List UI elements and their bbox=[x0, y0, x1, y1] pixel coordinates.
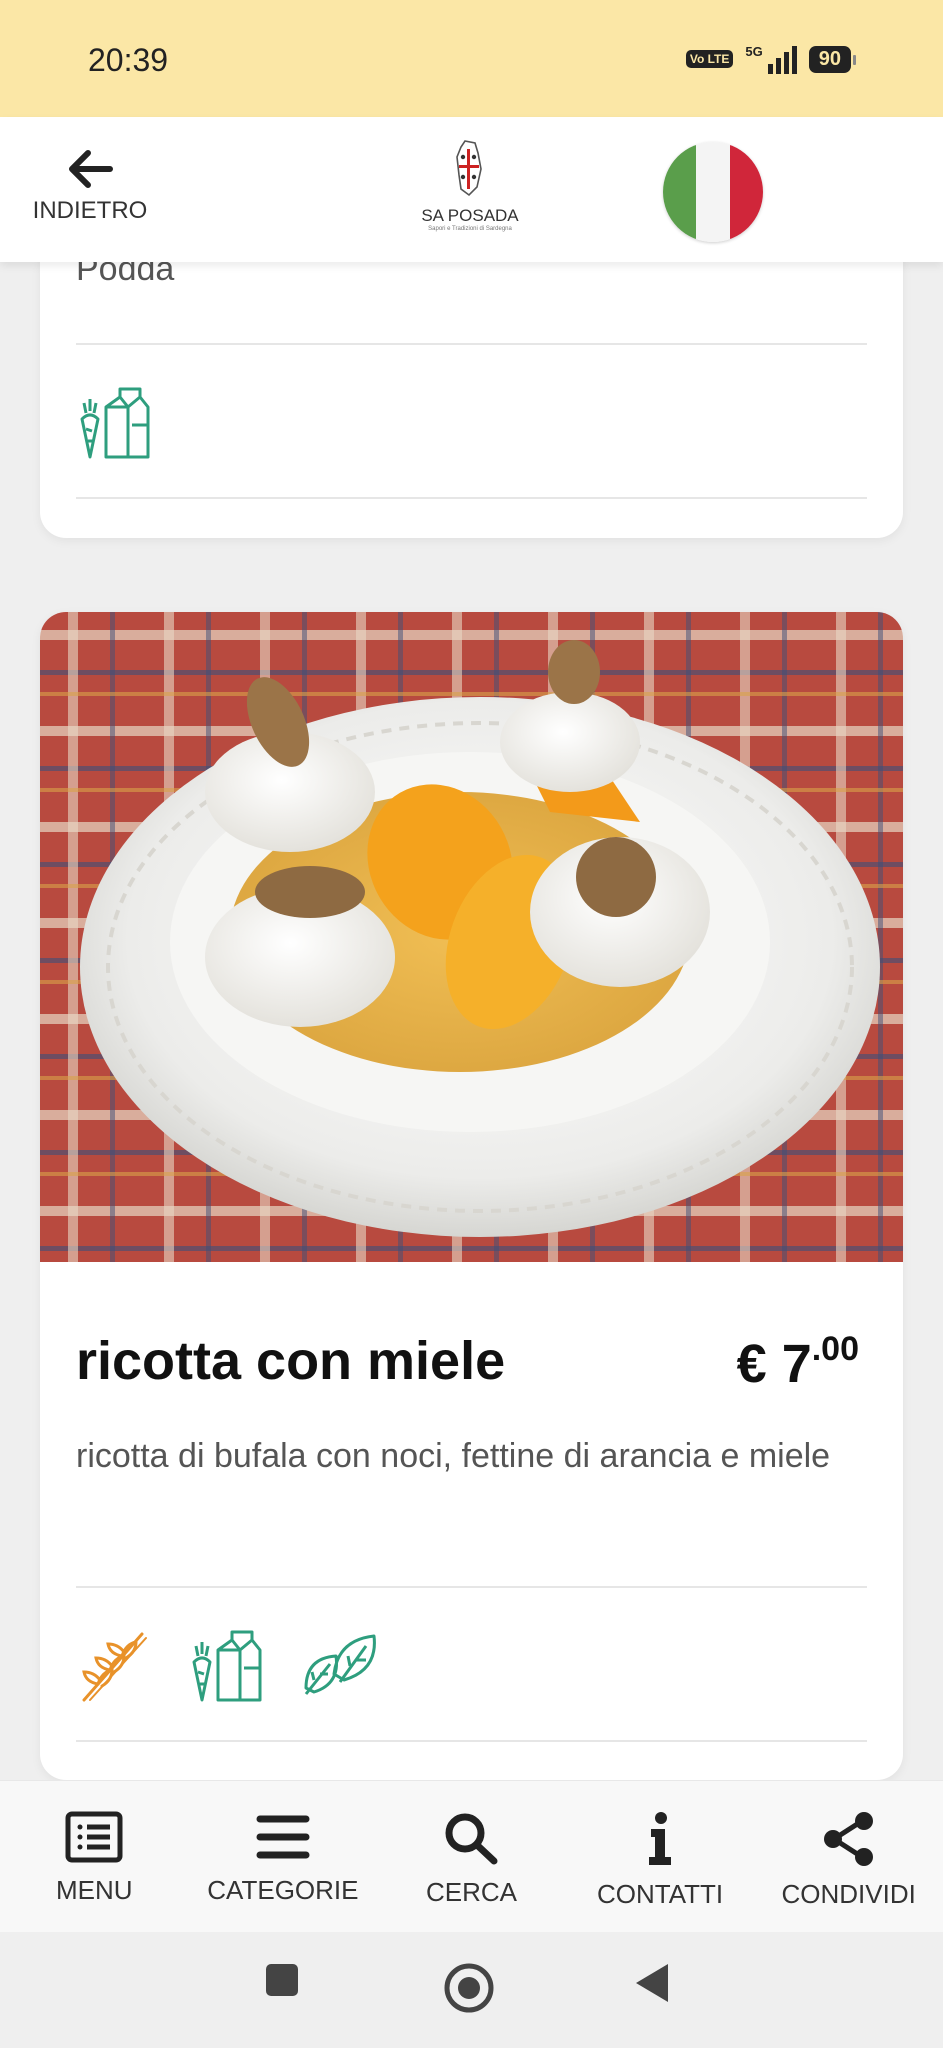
status-icons: Vo LTE 5G 90 bbox=[685, 44, 857, 74]
divider bbox=[76, 343, 867, 345]
signal-icon: 5G bbox=[745, 44, 797, 74]
app-header: INDIETRO SA POSADA Sapori e Tradizioni d… bbox=[0, 117, 943, 262]
vegetarian-icon bbox=[192, 1630, 262, 1702]
previous-item-icons bbox=[76, 385, 152, 461]
nav-categorie[interactable]: CATEGORIE bbox=[189, 1781, 378, 1932]
divider bbox=[76, 1740, 867, 1742]
nav-condividi-label: CONDIVIDI bbox=[781, 1879, 916, 1909]
italian-flag-button[interactable] bbox=[663, 142, 763, 242]
hamburger-icon bbox=[256, 1815, 310, 1859]
nav-menu[interactable]: MENU bbox=[0, 1781, 189, 1932]
logo-subtitle: Sapori e Tradizioni di Sardegna bbox=[428, 226, 512, 232]
logo-text: SA POSADA bbox=[421, 206, 519, 225]
divider bbox=[76, 497, 867, 499]
volte-icon: Vo LTE bbox=[685, 50, 734, 68]
vegan-icon bbox=[304, 1634, 376, 1695]
item-allergen-icons bbox=[76, 1628, 380, 1704]
back-button[interactable]: INDIETRO bbox=[25, 147, 155, 247]
battery-icon: 90 bbox=[808, 45, 857, 73]
divider bbox=[76, 1586, 867, 1588]
nav-condividi[interactable]: CONDIVIDI bbox=[754, 1781, 943, 1932]
sardinia-logo-icon bbox=[456, 140, 482, 197]
home-icon[interactable] bbox=[443, 1962, 495, 2014]
nav-cerca[interactable]: CERCA bbox=[377, 1781, 566, 1932]
search-icon bbox=[445, 1813, 498, 1865]
dish-photo bbox=[40, 612, 903, 1262]
bottom-navigation: MENU CATEGORIE CERCA CONTATTI CONDIVIDI bbox=[0, 1780, 943, 1932]
status-time: 20:39 bbox=[88, 42, 169, 78]
info-icon bbox=[649, 1812, 672, 1865]
recent-apps-icon[interactable] bbox=[264, 1962, 300, 1998]
menu-list-icon bbox=[65, 1811, 123, 1863]
menu-item-card[interactable]: ricotta con miele € 7.00 ricotta di bufa… bbox=[40, 612, 903, 1780]
vegetarian-icon bbox=[80, 387, 150, 459]
nav-categorie-label: CATEGORIE bbox=[207, 1875, 359, 1905]
nav-contatti-label: CONTATTI bbox=[597, 1879, 724, 1909]
nav-contatti[interactable]: CONTATTI bbox=[566, 1781, 755, 1932]
nav-cerca-label: CERCA bbox=[425, 1877, 517, 1907]
nav-menu-label: MENU bbox=[56, 1875, 133, 1905]
arrow-left-icon bbox=[69, 150, 113, 188]
back-nav-icon[interactable] bbox=[634, 1962, 670, 2004]
gluten-icon bbox=[82, 1632, 147, 1702]
item-description: ricotta di bufala con noci, fettine di a… bbox=[76, 1437, 831, 1475]
system-navigation-bar bbox=[0, 1932, 943, 2048]
back-label: INDIETRO bbox=[32, 197, 148, 224]
share-icon bbox=[823, 1812, 873, 1866]
item-price: € 7.00 bbox=[736, 1330, 859, 1394]
item-title: ricotta con miele bbox=[76, 1331, 506, 1391]
restaurant-logo[interactable]: SA POSADA Sapori e Tradizioni di Sardegn… bbox=[415, 139, 525, 239]
status-bar: 20:39 Vo LTE 5G 90 bbox=[0, 0, 943, 117]
